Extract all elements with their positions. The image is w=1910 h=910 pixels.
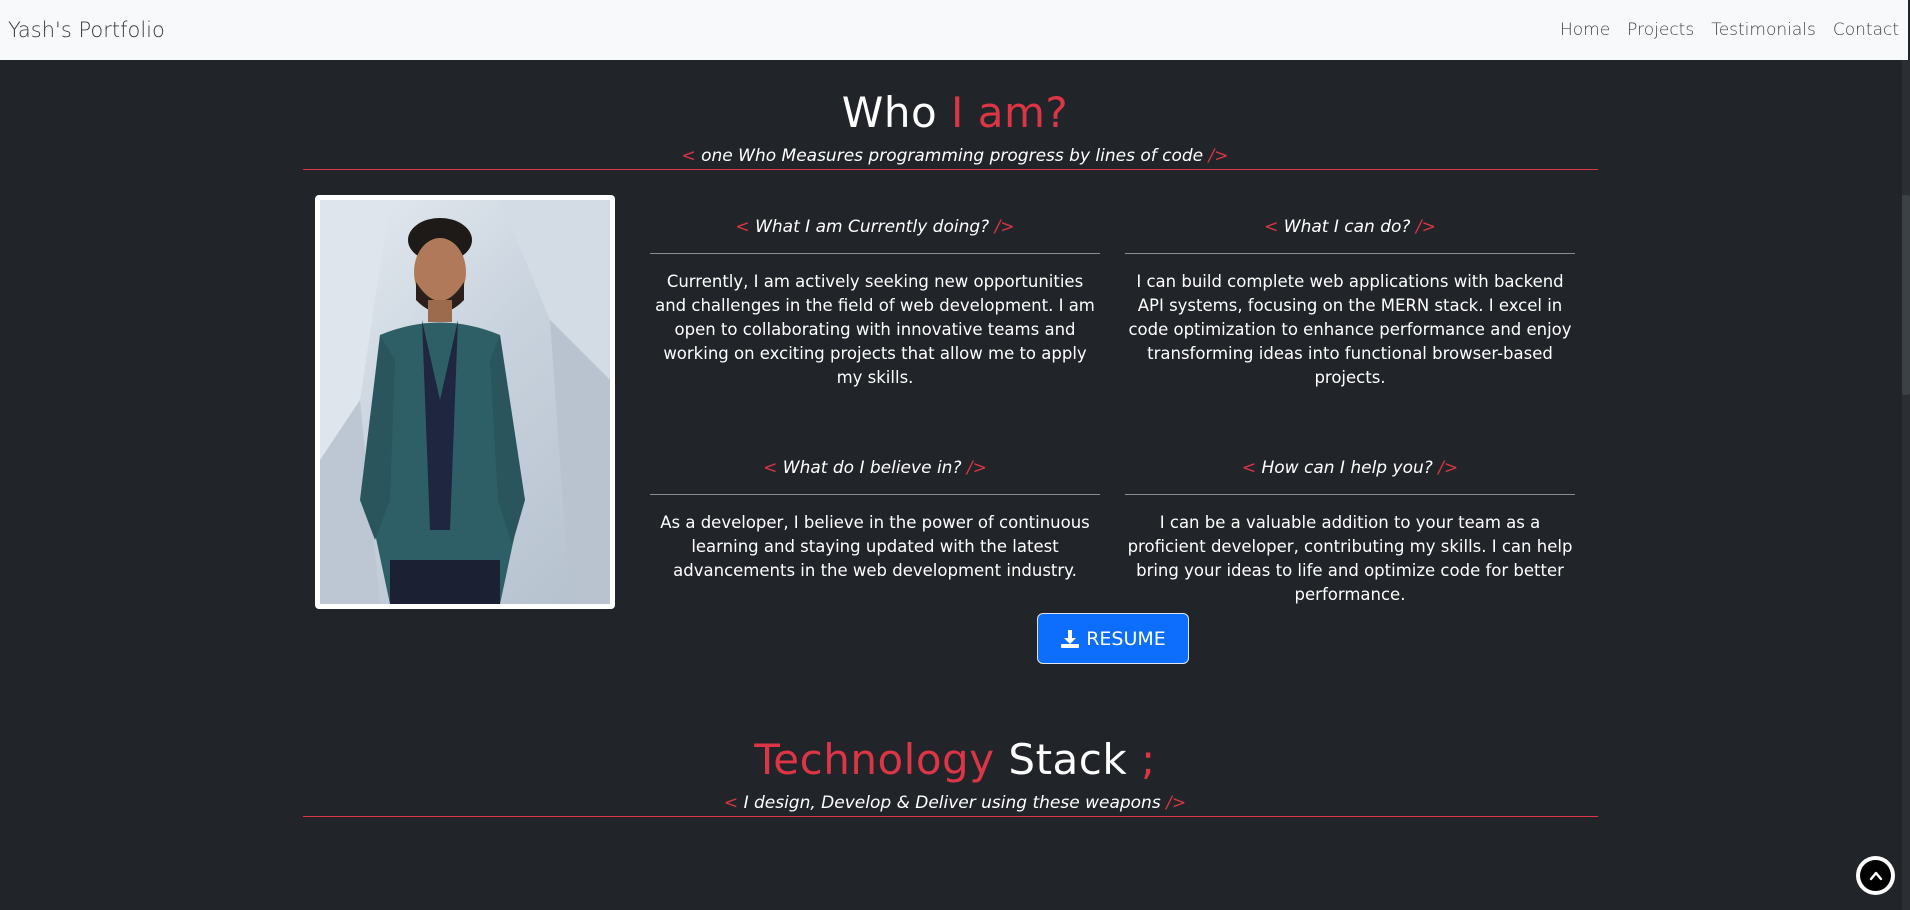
card-divider [650,494,1100,495]
card-divider [650,253,1100,254]
nav-link-testimonials[interactable]: Testimonials [1711,20,1816,40]
card-heading-text: What do I believe in? [782,458,962,478]
card-heading-text: How can I help you? [1261,458,1433,478]
chevron-up-icon [1869,871,1882,880]
tag-open: < [1241,458,1257,478]
card-believe-in: < What do I believe in? /> As a develope… [650,458,1100,583]
about-subtitle-text: one Who Measures programming progress by… [701,146,1204,166]
tag-open: < [1264,217,1279,237]
nav-link-contact[interactable]: Contact [1833,20,1899,40]
card-body: I can build complete web applications wi… [1128,272,1572,387]
card-currently-doing: < What I am Currently doing? /> Currentl… [650,217,1100,390]
tech-title-semicolon: ; [1141,735,1156,784]
card-divider [1125,253,1575,254]
resume-label: RESUME [1086,627,1166,650]
download-icon [1061,629,1080,648]
profile-photo [320,200,610,604]
tech-divider [303,816,1598,817]
card-heading: < What I am Currently doing? /> [650,217,1100,257]
card-can-do: < What I can do? /> I can build complete… [1125,217,1575,390]
tech-title-stack: Stack [1008,735,1128,784]
tech-title: Technology Stack ; [0,735,1910,784]
about-title: Who I am? [0,88,1910,137]
brand-logo[interactable]: Yash's Portfolio [8,18,165,42]
nav-link-home[interactable]: Home [1560,20,1610,40]
card-body: Currently, I am actively seeking new opp… [655,272,1095,387]
about-title-who: Who [841,88,938,137]
tag-close: /> [1166,793,1187,813]
tag-open: < [763,458,778,478]
tag-close: /> [1438,458,1459,478]
resume-download-button[interactable]: RESUME [1037,613,1189,664]
card-heading-text: What I can do? [1283,217,1411,237]
card-heading: < What I can do? /> [1125,217,1575,257]
card-body: I can be a valuable addition to your tea… [1127,513,1573,604]
tech-subtitle-text: I design, Develop & Deliver using these … [743,793,1161,813]
card-heading: < How can I help you? /> [1125,458,1575,498]
card-divider [1125,494,1575,495]
tag-close: /> [1208,146,1229,166]
card-heading: < What do I believe in? /> [650,458,1100,498]
tag-open: < [735,217,750,237]
tech-subtitle: < I design, Develop & Deliver using thes… [0,793,1910,813]
card-body: As a developer, I believe in the power o… [660,513,1090,580]
tag-open: < [723,793,739,813]
about-subtitle: < one Who Measures programming progress … [0,146,1910,166]
back-to-top-button[interactable] [1856,856,1895,895]
tag-close: /> [966,458,987,478]
tech-title-technology: Technology [754,735,995,784]
nav-links: Home Projects Testimonials Contact [1560,20,1899,40]
back-to-top-inner [1860,860,1891,891]
scrollbar-thumb[interactable] [1902,195,1910,395]
tag-open: < [681,146,696,166]
about-title-iam: I am? [951,88,1069,137]
navbar: Yash's Portfolio Home Projects Testimoni… [0,0,1908,60]
tag-close: /> [994,217,1015,237]
card-heading-text: What I am Currently doing? [755,217,990,237]
card-help-you: < How can I help you? /> I can be a valu… [1125,458,1575,607]
about-divider [303,169,1598,170]
profile-photo-frame [315,195,615,609]
tag-close: /> [1415,217,1436,237]
nav-link-projects[interactable]: Projects [1627,20,1694,40]
